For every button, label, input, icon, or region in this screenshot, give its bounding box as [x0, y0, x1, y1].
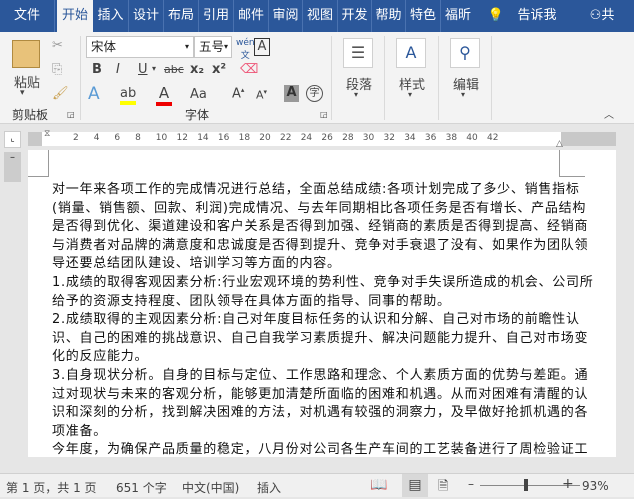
insert-mode[interactable]: 插入 [257, 479, 281, 496]
document-line: 是否得到优化、渠道建设和客户关系是否得到加强、经销商的素质是否得到提高、经销商 [52, 219, 589, 235]
document-line: 项准备。 [52, 423, 108, 439]
document-line: 3.自身现状分析。自身的目标与定位、工作思路和理念、个人素质方面的优势与差距。通 [52, 368, 589, 383]
document-line: 与消费者对品牌的满意度和忠诚度是否得到提升、竞争对手衰退了没有、如果作为团队领 [52, 237, 589, 253]
read-mode-icon[interactable]: 📖 [370, 477, 387, 493]
document-line: 2.成绩取得的主观因素分析:自己对年度目标任务的认识和分解、自己对市场的前瞻性认 [52, 312, 580, 328]
document-line: 对一年来各项工作的完成情况进行总结，全面总结成绩:各项计划完成了多少、销售指标 [52, 182, 580, 197]
document-line: 给予的资源支持程度、团队领导在具体方面的指导、同事的帮助。 [52, 293, 451, 309]
document-line: 1.成绩的取得客观因素分析:行业宏观环境的势利性、竞争对手失误所造成的机会、公司… [52, 275, 594, 290]
document-line: 导还要总结团队建设、培训学习等方面的内容。 [52, 256, 341, 272]
word-count[interactable]: 651 个字 [116, 479, 167, 496]
zoom-out-button[interactable]: – [468, 477, 474, 491]
zoom-slider-thumb[interactable] [524, 479, 529, 491]
document-line: 化的反应能力。 [52, 349, 149, 365]
language[interactable]: 中文(中国) [182, 479, 239, 496]
document-line: 今年度，为确保产品质量的稳定，八月份对公司各生产车间的工艺装备进行了周检验证工 [52, 442, 589, 457]
document-line: 过对现状与未来的客观分析，能够更加清楚所面临的困难和机遇。从而对困难有清醒的认 [52, 386, 589, 402]
document-line: 识和深刻的分析，找到解决困难的方法，对机遇有较强的洞察力，及早做好抢抓机遇的各 [52, 405, 589, 421]
zoom-in-button[interactable]: + [562, 476, 574, 492]
document-line: (销量、销售额、回款、利润)完成情况、与去年同期相比各项任务是否有增长、产品结构 [52, 200, 587, 216]
zoom-level[interactable]: 93% [582, 479, 609, 493]
document-line: 识、自己的困难的挑战意识、自己自我学习素质提升、解决问题能力提升、自己对市场变 [52, 330, 589, 346]
print-layout-icon[interactable]: ▤ [402, 474, 428, 497]
page-count[interactable]: 第 1 页，共 1 页 [6, 479, 97, 496]
web-layout-icon[interactable]: 🗎 [438, 477, 448, 499]
status-bar: 第 1 页，共 1 页 651 个字 中文(中国) 插入 📖 ▤ 🗎 – + 9… [0, 473, 634, 497]
